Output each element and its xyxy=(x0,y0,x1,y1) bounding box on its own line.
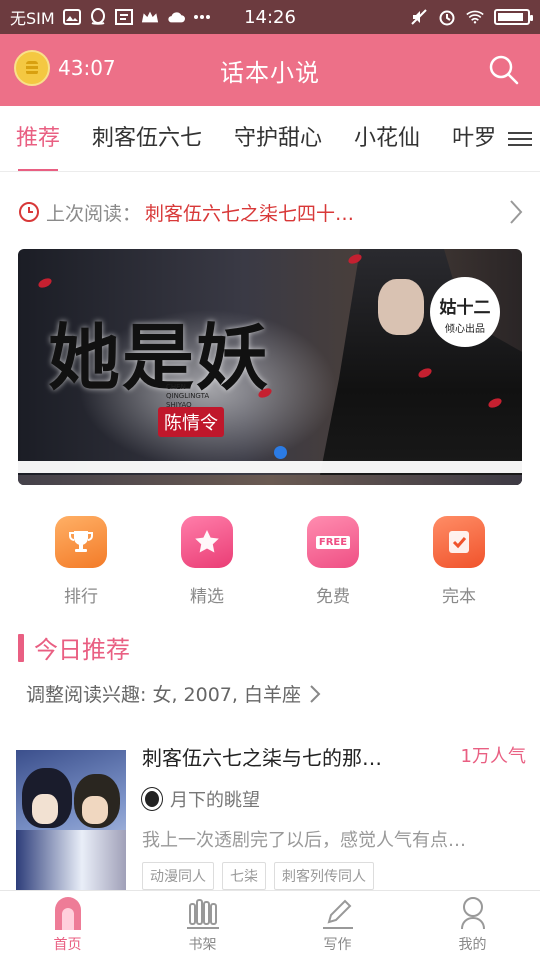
banner-character-face xyxy=(378,279,424,335)
crown-notification-icon xyxy=(141,8,159,26)
adjust-interests-link[interactable]: 调整阅读兴趣: 女, 2007, 白羊座 xyxy=(26,680,321,707)
book-tags: 动漫同人 七柒 刺客列传同人 xyxy=(142,862,374,890)
cover-art xyxy=(16,830,126,890)
tab-shugo-chara[interactable]: 守护甜心 xyxy=(218,106,338,171)
last-read-book[interactable]: 刺客伍六七之柒七四十… xyxy=(145,199,354,226)
banner-character xyxy=(318,249,522,485)
banner-seal: 陈情令 xyxy=(158,407,224,437)
mute-icon xyxy=(410,8,428,26)
book-cover[interactable] xyxy=(16,750,126,890)
nav-profile-label: 我的 xyxy=(458,937,487,953)
bottom-navigation: 首页 书架 写作 我的 xyxy=(0,890,540,960)
ranking-shortcut[interactable]: 排行 xyxy=(41,516,121,607)
book-author[interactable]: 月下的眺望 xyxy=(142,786,260,812)
chevron-right-icon xyxy=(510,200,523,224)
nav-home[interactable]: 首页 xyxy=(0,891,135,960)
free-tag-text: FREE xyxy=(315,535,351,549)
promo-banner[interactable]: 她是妖 CHEN QINGLINGTA SHIYAO 陈情令 姑十二 倾心出品 xyxy=(18,249,522,485)
tab-wuliuqi[interactable]: 刺客伍六七 xyxy=(76,106,218,171)
last-read-label: 上次阅读： xyxy=(46,202,142,225)
menu-icon xyxy=(508,128,532,150)
qq-notification-icon xyxy=(89,8,107,26)
carrier-text: 无SIM xyxy=(10,9,55,28)
category-tabs: 推荐 刺客伍六七 守护甜心 小花仙 叶罗 xyxy=(0,106,540,172)
badge-subtitle: 倾心出品 xyxy=(445,324,485,335)
tabs-menu-button[interactable] xyxy=(500,106,540,171)
status-bar: 无SIM 14:26 xyxy=(0,0,540,34)
author-avatar xyxy=(142,788,162,810)
section-title: 今日推荐 xyxy=(34,636,130,664)
banner-bottom-strip xyxy=(18,475,522,485)
book-list-item[interactable]: 刺客伍六七之柒与七的那… 1万人气 月下的眺望 我上一次透剧完了以后，感觉人气有… xyxy=(16,742,526,892)
cloud-notification-icon xyxy=(167,8,185,26)
search-icon xyxy=(489,55,519,85)
ranking-label: 排行 xyxy=(64,587,98,607)
book-description: 我上一次透剧完了以后，感觉人气有点… xyxy=(142,830,466,851)
free-shortcut[interactable]: FREE 免费 xyxy=(293,516,373,607)
gallery-notification-icon xyxy=(62,8,81,26)
book-title[interactable]: 刺客伍六七之柒与七的那… xyxy=(142,742,428,771)
clock-icon xyxy=(19,202,39,222)
carousel-indicator-dot[interactable] xyxy=(274,446,287,459)
nav-home-label: 首页 xyxy=(53,937,82,953)
free-label: 免费 xyxy=(316,587,350,607)
cover-art xyxy=(82,796,108,824)
category-shortcuts: 排行 精选 FREE 免费 完本 xyxy=(0,516,540,607)
free-tag-icon: FREE xyxy=(307,516,359,568)
check-note-icon xyxy=(433,516,485,568)
badge-author: 姑十二 xyxy=(439,298,491,318)
more-notifications-icon xyxy=(193,8,211,26)
petal-decoration xyxy=(36,276,54,290)
last-read-row[interactable]: 上次阅读： 刺客伍六七之柒七四十… xyxy=(18,190,524,234)
nav-write-label: 写作 xyxy=(323,937,352,953)
chevron-right-icon xyxy=(310,684,321,703)
book-tag[interactable]: 动漫同人 xyxy=(142,862,214,890)
nav-profile[interactable]: 我的 xyxy=(405,891,540,960)
home-icon xyxy=(51,896,85,930)
nav-bookshelf-label: 书架 xyxy=(188,937,217,953)
wifi-icon xyxy=(466,8,484,26)
trophy-icon xyxy=(55,516,107,568)
banner-author-badge: 姑十二 倾心出品 xyxy=(430,277,500,347)
banner-divider xyxy=(18,461,522,473)
banner-title: 她是妖 xyxy=(48,315,271,400)
battery-icon xyxy=(494,9,533,25)
book-tag[interactable]: 七柒 xyxy=(222,862,266,890)
featured-shortcut[interactable]: 精选 xyxy=(167,516,247,607)
alarm-icon xyxy=(438,8,456,26)
book-tag[interactable]: 刺客列传同人 xyxy=(274,862,374,890)
bookshelf-icon xyxy=(186,896,220,930)
tab-flower-fairy[interactable]: 小花仙 xyxy=(338,106,436,171)
completed-label: 完本 xyxy=(442,587,476,607)
news-notification-icon xyxy=(114,8,133,26)
app-title: 话本小说 xyxy=(220,58,320,87)
featured-label: 精选 xyxy=(190,587,224,607)
tab-recommend[interactable]: 推荐 xyxy=(0,106,76,171)
section-header: 今日推荐 xyxy=(18,630,130,665)
author-name: 月下的眺望 xyxy=(170,790,260,811)
banner-pinyin-line: CHEN xyxy=(166,383,186,391)
nav-bookshelf[interactable]: 书架 xyxy=(135,891,270,960)
star-icon xyxy=(181,516,233,568)
profile-icon xyxy=(456,896,490,930)
banner-pinyin-line: QINGLINGTA xyxy=(166,392,210,400)
search-button[interactable] xyxy=(488,54,520,86)
cover-art xyxy=(32,794,58,824)
completed-shortcut[interactable]: 完本 xyxy=(419,516,499,607)
pen-icon xyxy=(321,896,355,930)
nav-write[interactable]: 写作 xyxy=(270,891,405,960)
interest-text: 调整阅读兴趣: 女, 2007, 白羊座 xyxy=(26,684,301,706)
section-accent-bar xyxy=(18,633,24,662)
book-popularity: 1万人气 xyxy=(460,746,526,767)
app-header: 43:07 话本小说 xyxy=(0,34,540,106)
banner-pinyin: CHEN QINGLINGTA SHIYAO xyxy=(166,383,209,410)
